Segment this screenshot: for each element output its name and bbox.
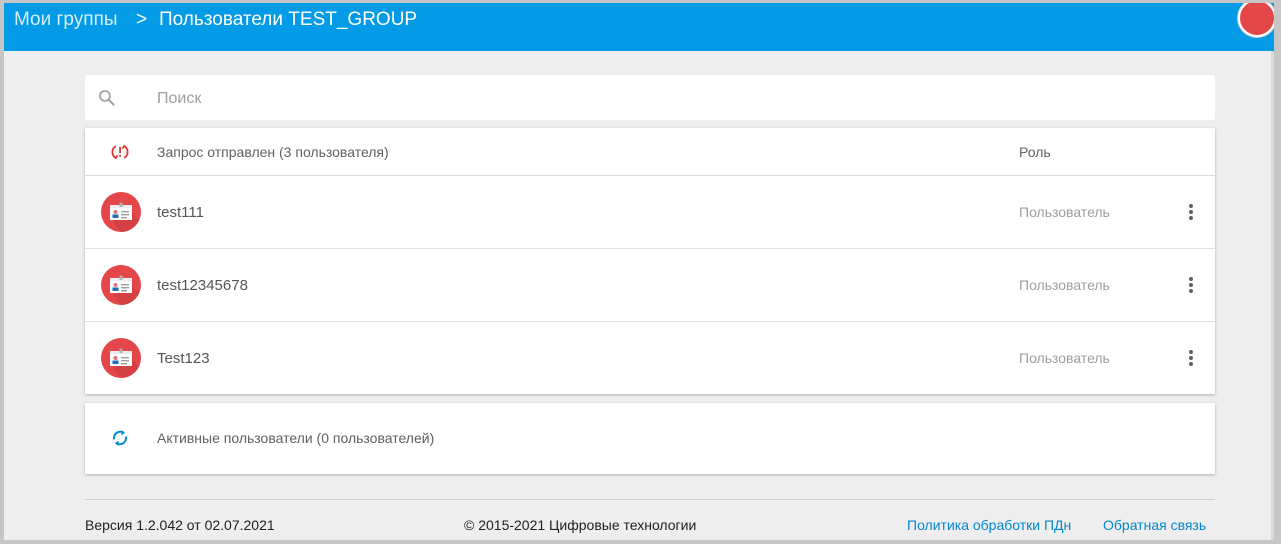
user-row-test111[interactable]: test111 Пользователь xyxy=(85,176,1215,249)
active-users-title: Активные пользователи (0 пользователей) xyxy=(157,430,435,446)
privacy-policy-link[interactable]: Политика обработки ПДн xyxy=(907,517,1071,533)
breadcrumb-my-groups[interactable]: Мои группы xyxy=(14,9,118,31)
user-row-test123[interactable]: Test123 Пользователь xyxy=(85,322,1215,394)
more-vert-icon[interactable] xyxy=(1179,346,1203,370)
copyright-text: © 2015-2021 Цифровые технологии xyxy=(464,517,697,533)
breadcrumb-separator: > xyxy=(136,9,148,30)
pending-header: Запрос отправлен (3 пользователя) Роль xyxy=(85,128,1215,176)
sync-icon xyxy=(112,430,128,446)
user-avatar-icon xyxy=(101,265,141,305)
footer-divider xyxy=(85,499,1215,500)
user-role: Пользователь xyxy=(1019,277,1110,293)
feedback-link[interactable]: Обратная связь xyxy=(1103,517,1206,533)
version-text: Версия 1.2.042 от 02.07.2021 xyxy=(85,517,275,533)
search-icon xyxy=(99,90,115,106)
role-column-header: Роль xyxy=(1019,144,1051,160)
user-role: Пользователь xyxy=(1019,350,1110,366)
user-row-test12345678[interactable]: test12345678 Пользователь xyxy=(85,249,1215,322)
user-role: Пользователь xyxy=(1019,204,1110,220)
user-avatar-icon xyxy=(101,192,141,232)
profile-avatar[interactable] xyxy=(1238,3,1274,37)
user-name: Test123 xyxy=(157,350,210,367)
search-bar xyxy=(85,75,1215,120)
pending-users-card: Запрос отправлен (3 пользователя) Роль t… xyxy=(85,128,1215,394)
search-input[interactable] xyxy=(155,87,1199,111)
app-bar: Мои группы > Пользователи TEST_GROUP xyxy=(4,3,1274,51)
page-title: Пользователи TEST_GROUP xyxy=(159,9,418,30)
user-name: test111 xyxy=(157,204,204,221)
user-avatar-icon xyxy=(101,338,141,378)
user-name: test12345678 xyxy=(157,277,248,294)
pending-title: Запрос отправлен (3 пользователя) xyxy=(157,144,389,160)
vertical-scrollbar[interactable] xyxy=(1271,51,1274,540)
more-vert-icon[interactable] xyxy=(1179,200,1203,224)
active-users-card[interactable]: Активные пользователи (0 пользователей) xyxy=(85,403,1215,474)
app-window: Мои группы > Пользователи TEST_GROUP Зап… xyxy=(4,3,1274,540)
more-vert-icon[interactable] xyxy=(1179,273,1203,297)
sync-problem-icon[interactable] xyxy=(109,142,131,162)
